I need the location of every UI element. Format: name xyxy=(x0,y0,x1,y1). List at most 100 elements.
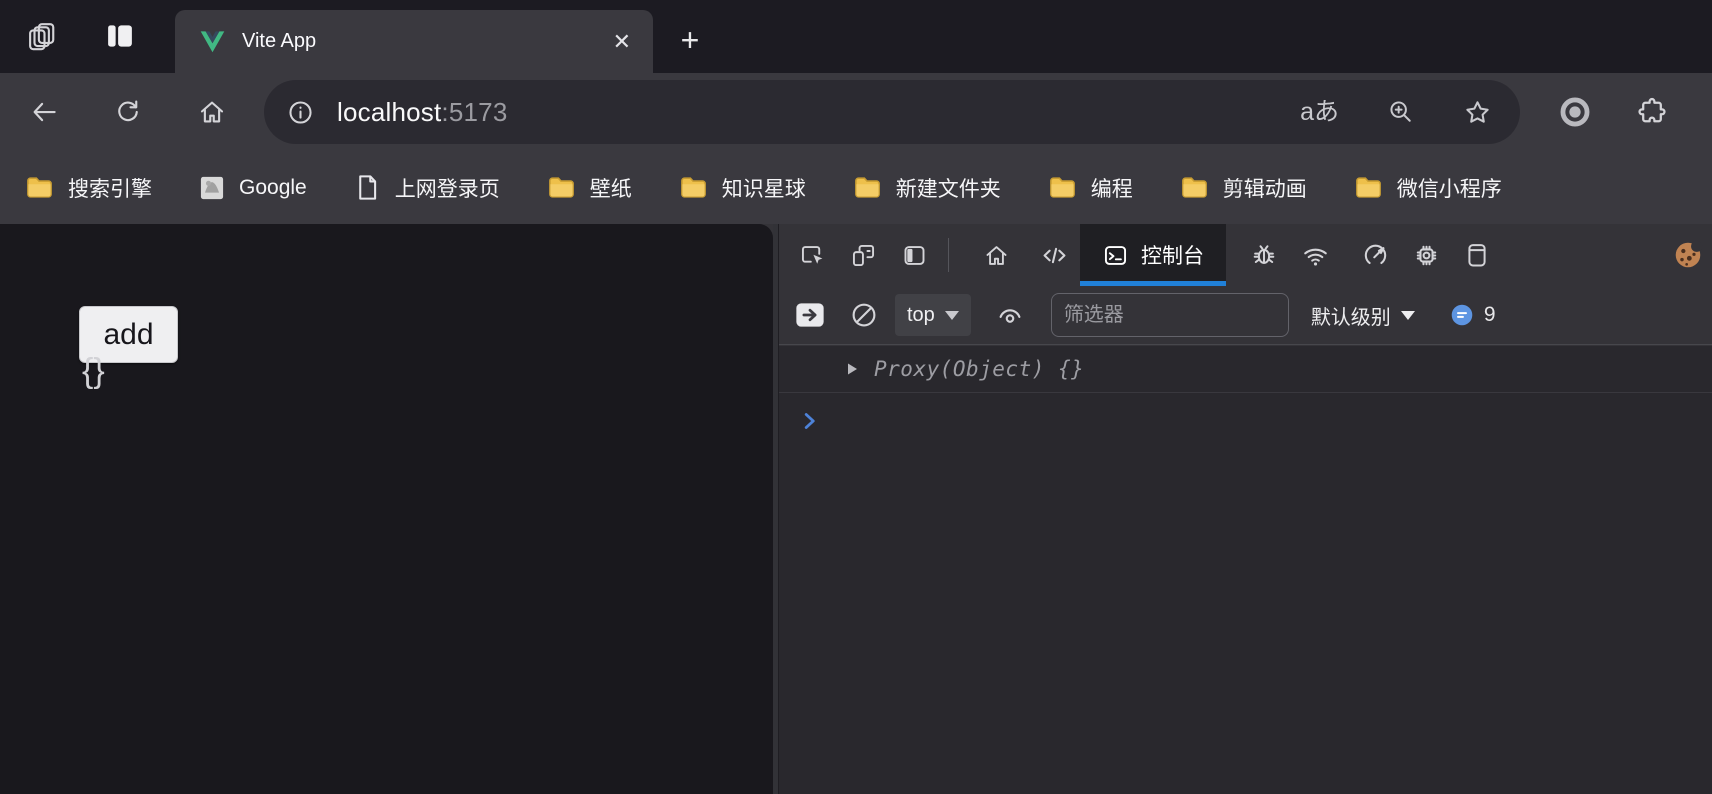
bookmark-label: 新建文件夹 xyxy=(895,177,1001,201)
javascript-context-dropdown[interactable]: top xyxy=(895,294,971,336)
url-bar[interactable]: localhost:5173 aあ xyxy=(264,80,1520,144)
levels-label: 默认级别 xyxy=(1310,306,1391,329)
devtools-tab-bar: 控制台 xyxy=(779,224,1712,286)
inspect-cursor-icon xyxy=(801,245,822,264)
bookmark-item[interactable]: 微信小程序 xyxy=(1353,172,1502,203)
clear-console-icon[interactable] xyxy=(849,300,879,330)
console-toolbar: top 默认级别 9 xyxy=(779,286,1712,345)
bookmark-item[interactable]: Google xyxy=(198,174,307,202)
house-icon xyxy=(986,245,1006,265)
bookmark-label: 壁纸 xyxy=(589,177,632,201)
zoom-in-icon[interactable] xyxy=(1387,98,1415,126)
console-output: Proxy(Object) {} xyxy=(779,346,1712,794)
cookie-icon xyxy=(1675,240,1703,268)
bookmark-label: 编程 xyxy=(1090,177,1133,201)
chevron-down-icon xyxy=(944,310,959,320)
firefox-view-icon[interactable] xyxy=(20,14,64,58)
browser-window: Vite App ✕ + localhost:5173 aあ 搜索引擎 Goog… xyxy=(0,0,1712,794)
toolbar-separator xyxy=(948,238,949,272)
gauge-icon xyxy=(1364,244,1386,264)
app-window-icon xyxy=(1468,244,1486,267)
console-icon xyxy=(1104,245,1127,265)
active-tab-underline xyxy=(1080,281,1226,286)
issues-counter[interactable]: 9 xyxy=(1449,302,1496,328)
bookmark-item[interactable]: 知识星球 xyxy=(678,172,806,203)
folder-icon xyxy=(1355,177,1381,198)
devtools-panel: 控制台 top 筛选器 默认级别 9 Proxy(Object) {} xyxy=(779,224,1712,794)
content-area: add {} 控制台 top 筛选器 默认级别 9 Proxy(Object) … xyxy=(0,224,1712,794)
wifi-icon xyxy=(1303,248,1327,266)
bookmark-star-icon[interactable] xyxy=(1463,98,1492,127)
sidebar-icon xyxy=(108,25,132,47)
tab-performance[interactable] xyxy=(1357,237,1393,273)
tab-application[interactable] xyxy=(1459,237,1495,273)
inspect-element-button[interactable] xyxy=(794,237,830,273)
bookmark-item[interactable]: 编程 xyxy=(1047,172,1133,203)
reload-button[interactable] xyxy=(102,86,154,138)
console-log-row[interactable]: Proxy(Object) {} xyxy=(779,346,1712,393)
reload-icon xyxy=(118,100,138,122)
dock-side-button[interactable] xyxy=(896,237,932,273)
issues-count: 9 xyxy=(1483,303,1496,326)
site-info-icon[interactable] xyxy=(286,98,315,127)
bookmark-item[interactable]: 搜索引擎 xyxy=(24,172,152,203)
browser-tab[interactable]: Vite App ✕ xyxy=(175,10,653,73)
bookmark-label: 剪辑动画 xyxy=(1222,177,1307,201)
chevron-down-icon xyxy=(1400,310,1415,320)
folder-icon xyxy=(1181,177,1207,198)
url-port: :5173 xyxy=(441,96,508,127)
folder-icon xyxy=(27,177,52,198)
google-favicon xyxy=(200,176,224,199)
bookmark-label: 搜索引擎 xyxy=(68,177,152,201)
bookmarks-bar: 搜索引擎 Google 上网登录页 壁纸 知识星球 新建文件夹 编程 剪辑动画 xyxy=(0,151,1712,224)
tab-title: Vite App xyxy=(242,30,317,52)
log-levels-dropdown[interactable]: 默认级别 xyxy=(1311,301,1415,330)
page-icon xyxy=(358,175,376,200)
cookie-extension-icon[interactable] xyxy=(1670,237,1706,273)
page-viewport: add {} xyxy=(0,224,773,794)
chip-icon xyxy=(1416,245,1436,265)
responsive-devices-icon xyxy=(852,244,874,266)
device-emulation-button[interactable] xyxy=(845,237,881,273)
filter-input[interactable] xyxy=(1050,293,1289,337)
console-tab-label: 控制台 xyxy=(1141,245,1204,268)
bookmark-label: Google xyxy=(239,175,307,199)
bookmark-label: 微信小程序 xyxy=(1396,177,1502,201)
url-host: localhost xyxy=(337,96,442,127)
sidebar-toggle-icon[interactable] xyxy=(98,14,142,58)
extensions-puzzle-icon[interactable] xyxy=(1636,96,1668,128)
braces-text: {} xyxy=(82,352,105,390)
activity-bar-toggle-icon[interactable] xyxy=(793,300,827,330)
back-arrow-icon xyxy=(33,102,56,122)
tab-close-icon[interactable]: ✕ xyxy=(613,29,631,55)
bookmark-item[interactable]: 新建文件夹 xyxy=(852,172,1001,203)
bookmark-label: 知识星球 xyxy=(721,177,806,201)
folder-icon xyxy=(680,177,706,198)
bookmark-item[interactable]: 剪辑动画 xyxy=(1179,172,1307,203)
tab-strip: Vite App ✕ + xyxy=(0,0,1712,73)
back-button[interactable] xyxy=(18,86,70,138)
live-expression-eye-icon[interactable] xyxy=(995,300,1025,330)
bookmark-item[interactable]: 上网登录页 xyxy=(353,173,500,203)
vue-logo-icon xyxy=(200,31,225,53)
context-value: top xyxy=(907,303,935,326)
prompt-chevron-icon xyxy=(804,413,815,429)
expand-triangle-icon[interactable] xyxy=(845,362,859,376)
tab-welcome[interactable] xyxy=(978,237,1014,273)
console-prompt-row[interactable] xyxy=(779,399,1712,443)
home-button[interactable] xyxy=(186,86,238,138)
tab-memory[interactable] xyxy=(1408,237,1444,273)
record-extension-icon[interactable] xyxy=(1558,95,1592,129)
panel-left-icon xyxy=(904,245,924,265)
bookmark-label: 上网登录页 xyxy=(394,177,500,201)
stacked-pages-icon xyxy=(29,23,55,51)
new-tab-button[interactable]: + xyxy=(668,18,712,62)
tab-debugger[interactable] xyxy=(1246,237,1282,273)
translate-icon[interactable]: aあ xyxy=(1300,99,1339,125)
tab-elements[interactable] xyxy=(1036,237,1072,273)
bookmark-item[interactable]: 壁纸 xyxy=(546,172,632,203)
tab-console-active[interactable]: 控制台 xyxy=(1080,224,1226,286)
tab-network[interactable] xyxy=(1297,237,1333,273)
bug-icon xyxy=(1253,245,1275,264)
issues-bubble-icon xyxy=(1451,304,1473,326)
